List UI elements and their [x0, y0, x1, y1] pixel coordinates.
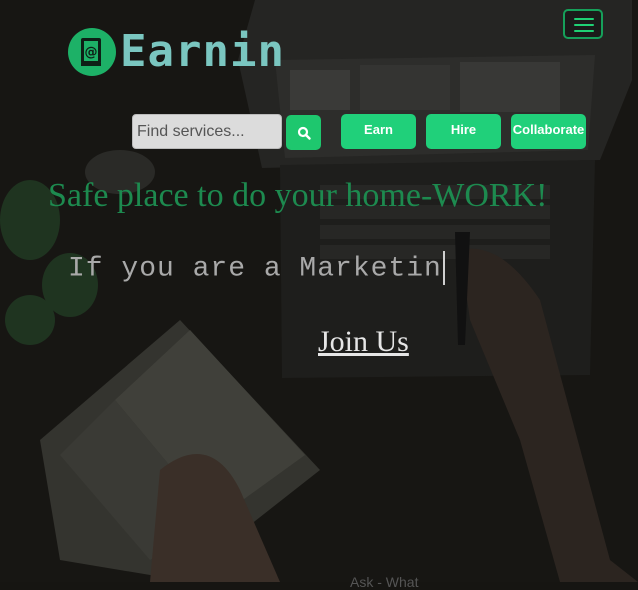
hamburger-icon-line [574, 24, 594, 26]
join-us-link[interactable]: Join Us [318, 325, 409, 359]
background-photo [0, 0, 638, 582]
notebook-at-icon: @ [68, 28, 116, 76]
hamburger-icon [574, 18, 594, 20]
text-cursor [442, 251, 445, 285]
hero-background [0, 0, 638, 582]
hero-tagline: Safe place to do your home-WORK! [48, 177, 548, 214]
svg-text:@: @ [85, 45, 98, 60]
search-icon [297, 126, 311, 140]
hamburger-icon-line [574, 30, 594, 32]
hire-button[interactable]: Hire [426, 114, 501, 149]
collaborate-button[interactable]: Collaborate [511, 114, 586, 149]
typed-headline: If you are a Marketin [68, 251, 445, 285]
search-input[interactable] [132, 114, 282, 149]
search-button[interactable] [286, 115, 321, 150]
brand-logo[interactable]: @ Earnin [68, 26, 285, 78]
bottom-partial-text: Ask - What [350, 574, 419, 590]
menu-toggle-button[interactable] [563, 9, 603, 39]
brand-name: Earnin [120, 26, 285, 77]
typed-text: If you are a Marketin [68, 253, 442, 285]
earn-button[interactable]: Earn [341, 114, 416, 149]
